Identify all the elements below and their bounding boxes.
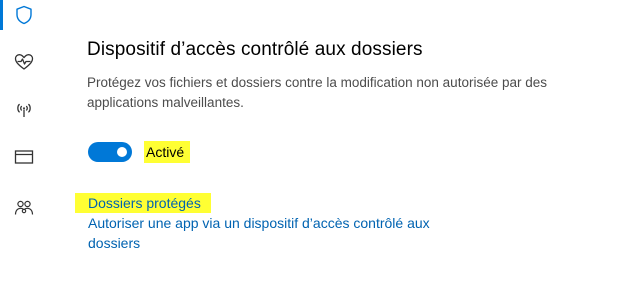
nav-selected-indicator — [0, 0, 3, 30]
shield-icon — [15, 5, 33, 25]
app-browser-window-icon — [14, 149, 34, 165]
nav-item-virus-protection[interactable] — [8, 0, 40, 30]
family-people-icon — [14, 199, 34, 217]
heart-pulse-icon — [14, 53, 34, 71]
section-title: Dispositif d’accès contrôlé aux dossiers — [87, 39, 423, 60]
nav-item-firewall-network[interactable] — [8, 95, 40, 125]
nav-item-device-health[interactable] — [8, 47, 40, 77]
nav-item-app-browser-control[interactable] — [8, 142, 40, 172]
protected-folders-link[interactable]: Dossiers protégés — [75, 193, 211, 213]
allow-app-link[interactable]: Autoriser une app via un dispositif d’ac… — [88, 213, 468, 253]
section-description: Protégez vos fichiers et dossiers contre… — [87, 75, 547, 110]
toggle-state-label: Activé — [144, 141, 191, 163]
section-links: Dossiers protégés Autoriser une app via … — [75, 193, 495, 253]
controlled-folder-access-toggle-row: Activé — [88, 141, 191, 163]
toggle-knob — [117, 147, 127, 157]
nav-item-family-options[interactable] — [8, 193, 40, 223]
security-settings-window: Dispositif d’accès contrôlé aux dossiers… — [0, 0, 617, 302]
controlled-folder-access-toggle[interactable] — [88, 142, 132, 162]
nav-rail — [0, 0, 48, 302]
wireless-antenna-icon — [14, 101, 34, 119]
